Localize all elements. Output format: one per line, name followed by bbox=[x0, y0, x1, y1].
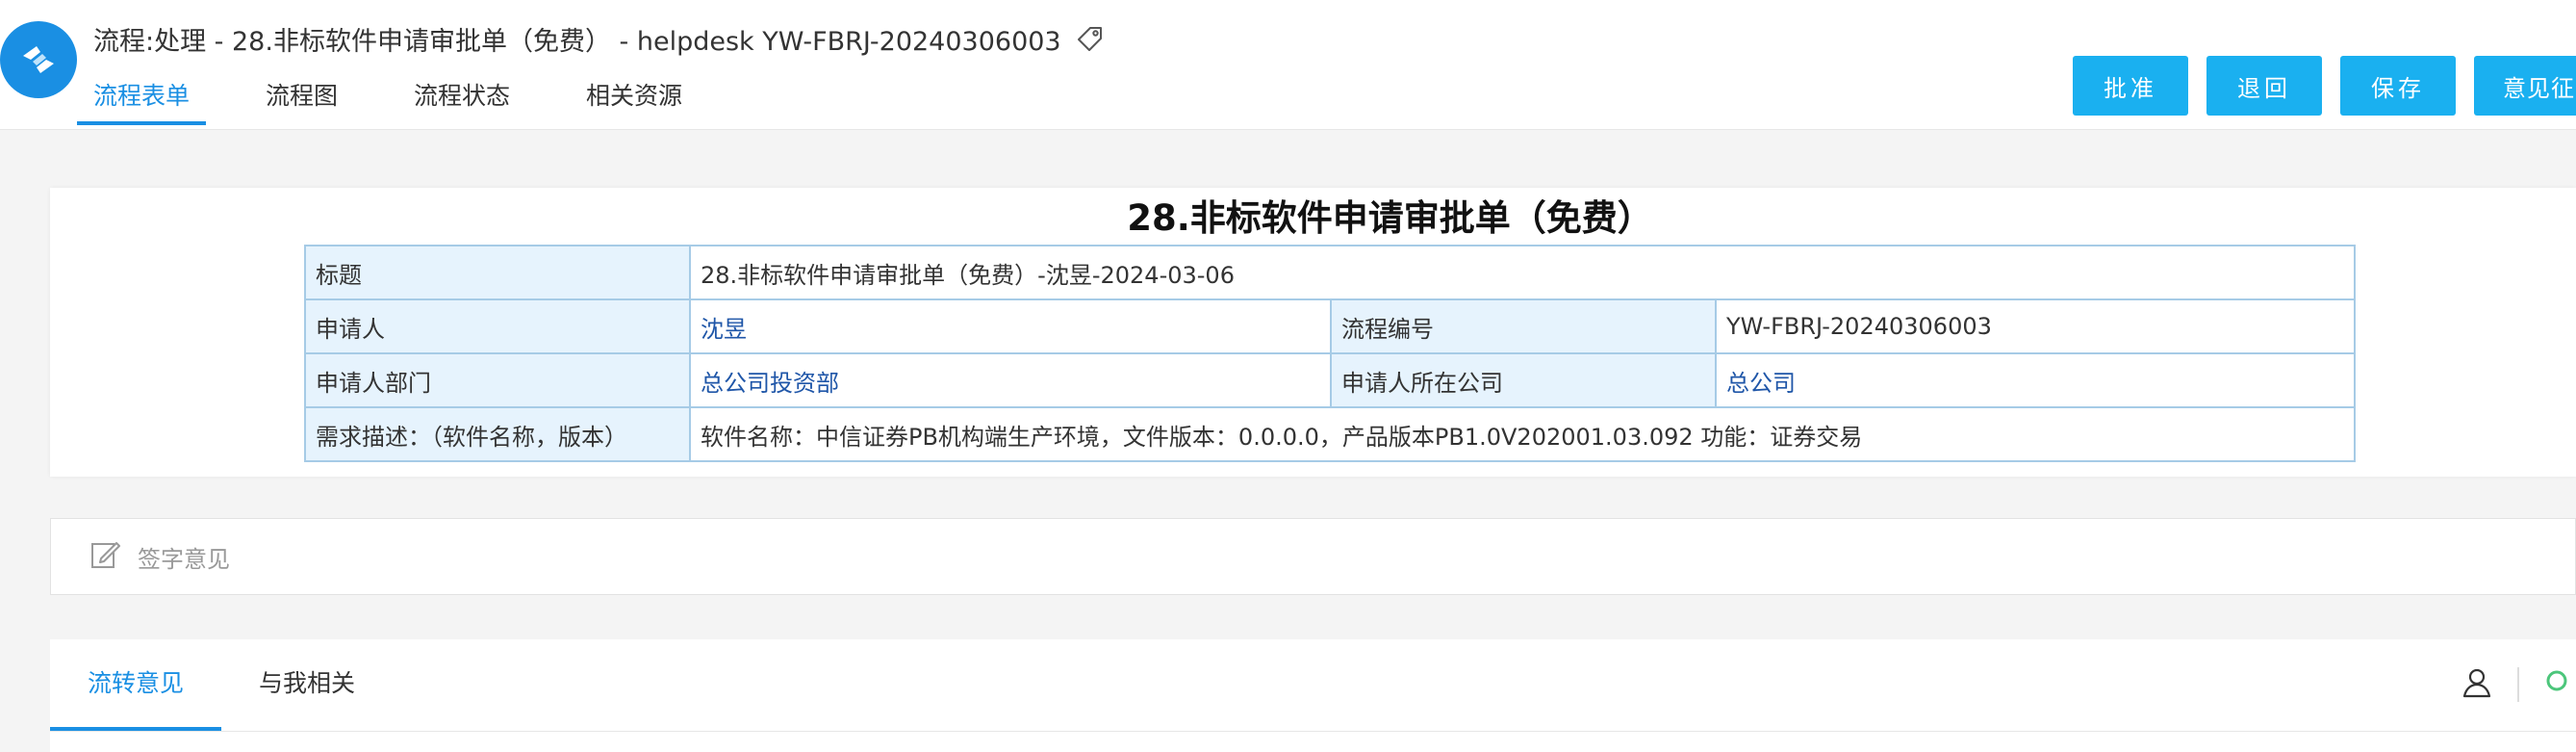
save-button[interactable]: 保存 bbox=[2340, 56, 2456, 116]
table-row: 申请人部门 总公司投资部 申请人所在公司 总公司 bbox=[304, 352, 2357, 408]
subject-value: 28.非标软件申请审批单（免费）-沈昱-2024-03-06 bbox=[688, 245, 2357, 300]
bottom-tools bbox=[2461, 666, 2572, 703]
approve-button[interactable]: 批准 bbox=[2073, 56, 2188, 116]
company-link[interactable]: 总公司 bbox=[1714, 352, 2357, 408]
header: 流程:处理 - 28.非标软件申请审批单（免费） - helpdesk YW-F… bbox=[0, 0, 2576, 130]
flow-number-value: YW-FBRJ-20240306003 bbox=[1714, 298, 2357, 354]
subject-label: 标题 bbox=[304, 245, 691, 300]
edit-icon bbox=[89, 539, 120, 574]
tag-icon[interactable] bbox=[1077, 25, 1104, 52]
sign-opinion-field[interactable]: 签字意见 bbox=[50, 518, 2576, 595]
tab-flow-chart[interactable]: 流程图 bbox=[249, 75, 354, 125]
table-row: 需求描述：（软件名称，版本） 软件名称：中信证券PB机构端生产环境，文件版本：0… bbox=[304, 406, 2357, 462]
user-icon[interactable] bbox=[2461, 666, 2493, 703]
tab-flow-form[interactable]: 流程表单 bbox=[77, 75, 207, 125]
tab-flow-status[interactable]: 流程状态 bbox=[397, 75, 526, 125]
applicant-link[interactable]: 沈昱 bbox=[689, 298, 1332, 354]
sign-opinion-placeholder: 签字意见 bbox=[138, 545, 230, 573]
applicant-label: 申请人 bbox=[304, 298, 691, 354]
department-link[interactable]: 总公司投资部 bbox=[689, 352, 1332, 408]
table-row: 申请人 沈昱 流程编号 YW-FBRJ-20240306003 bbox=[304, 298, 2357, 354]
form-title: 28.非标软件申请审批单（免费） bbox=[1127, 197, 1653, 239]
department-label: 申请人部门 bbox=[304, 352, 691, 408]
requirement-value: 软件名称：中信证券PB机构端生产环境，文件版本：0.0.0.0，产品版本PB1.… bbox=[688, 406, 2357, 462]
return-button[interactable]: 退回 bbox=[2206, 56, 2322, 116]
bottom-panel: 流转意见 与我相关 bbox=[50, 639, 2576, 752]
form-card: 28.非标软件申请审批单（免费） 标题 28.非标软件申请审批单（免费）-沈昱-… bbox=[50, 188, 2576, 477]
action-toolbar: 批准 退回 保存 意见征 bbox=[2073, 56, 2576, 116]
requirement-label: 需求描述：（软件名称，版本） bbox=[304, 406, 691, 462]
opinion-button[interactable]: 意见征 bbox=[2474, 56, 2576, 116]
tab-related-resources[interactable]: 相关资源 bbox=[570, 75, 699, 125]
divider bbox=[2517, 667, 2519, 702]
table-row: 标题 28.非标软件申请审批单（免费）-沈昱-2024-03-06 bbox=[304, 245, 2357, 300]
page-title: 流程:处理 - 28.非标软件申请审批单（免费） - helpdesk YW-F… bbox=[93, 26, 1061, 57]
search-icon[interactable] bbox=[2543, 666, 2572, 703]
window-title: 流程:处理 - 28.非标软件申请审批单（免费） - helpdesk YW-F… bbox=[93, 19, 1104, 58]
bottom-tabs: 流转意见 与我相关 bbox=[50, 639, 2576, 732]
app-logo-icon bbox=[0, 21, 77, 98]
tab-related-to-me[interactable]: 与我相关 bbox=[221, 639, 393, 731]
flow-number-label: 流程编号 bbox=[1330, 298, 1717, 354]
form-table: 标题 28.非标软件申请审批单（免费）-沈昱-2024-03-06 申请人 沈昱… bbox=[304, 245, 2357, 462]
tab-flow-opinions[interactable]: 流转意见 bbox=[50, 639, 222, 731]
header-tabs: 流程表单 流程图 流程状态 相关资源 bbox=[77, 75, 742, 129]
company-label: 申请人所在公司 bbox=[1330, 352, 1717, 408]
